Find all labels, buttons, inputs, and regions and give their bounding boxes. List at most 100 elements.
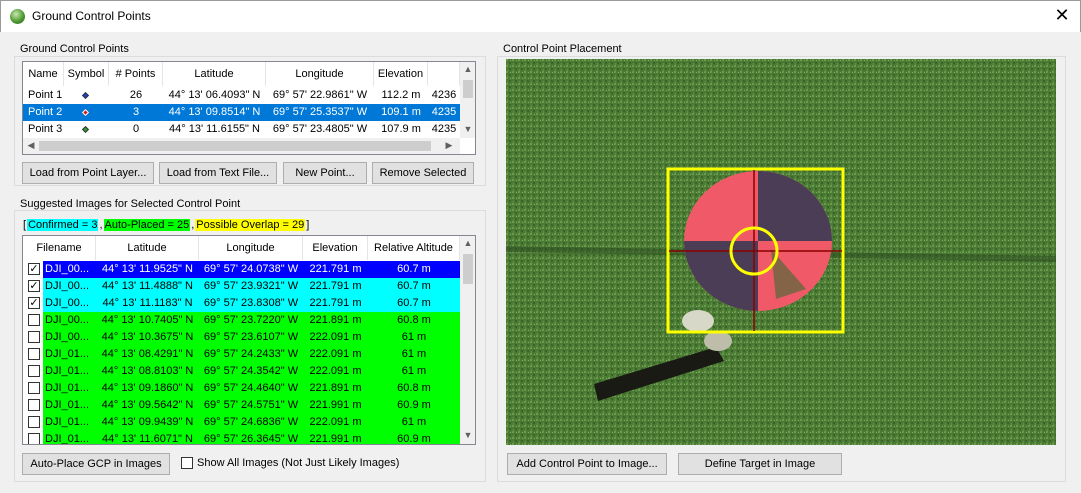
cell-elevation: 222.091 m bbox=[309, 416, 362, 428]
image-row[interactable]: DJI_01... 44° 13' 08.4291" N 69° 57' 24.24… bbox=[23, 346, 460, 363]
col-header-elevation[interactable]: Elevation bbox=[303, 236, 368, 260]
col-header-longitude[interactable]: Longitude bbox=[199, 236, 303, 260]
col-header-name[interactable]: Name bbox=[23, 62, 64, 86]
image-checkbox[interactable]: ✓ bbox=[28, 297, 40, 309]
image-checkbox[interactable]: ✓ bbox=[28, 263, 40, 275]
cell-filename: DJI_00... bbox=[45, 297, 90, 309]
gcp-row[interactable]: Point 3 0 44° 13' 11.6155" N 69° 57' 23.480… bbox=[23, 121, 460, 138]
cell-longitude: 69° 57' 22.9861" W bbox=[272, 89, 368, 101]
load-point-layer-button[interactable]: Load from Point Layer... bbox=[22, 162, 154, 184]
cell-longitude: 69° 57' 24.4640" W bbox=[203, 382, 299, 394]
aerial-image[interactable] bbox=[506, 59, 1056, 445]
image-checkbox[interactable] bbox=[28, 314, 40, 326]
scroll-thumb[interactable] bbox=[39, 141, 431, 151]
col-header-points[interactable]: # Points bbox=[109, 62, 163, 86]
close-icon[interactable]: ✕ bbox=[1052, 5, 1072, 25]
cell-latitude: 44° 13' 09.8514" N bbox=[168, 106, 261, 118]
cell-name: Point 1 bbox=[28, 89, 63, 101]
cell-relative-altitude: 60.8 m bbox=[397, 382, 431, 394]
cell-latitude: 44° 13' 09.1860" N bbox=[101, 382, 194, 394]
cell-name: Point 3 bbox=[28, 123, 63, 135]
scroll-thumb[interactable] bbox=[463, 254, 473, 284]
gcp-row[interactable]: Point 2 3 44° 13' 09.8514" N 69° 57' 25.353… bbox=[23, 104, 460, 121]
cell-extra: 4235 bbox=[431, 123, 457, 135]
image-row[interactable]: DJI_01... 44° 13' 09.5642" N 69° 57' 24.57… bbox=[23, 397, 460, 414]
col-header-longitude[interactable]: Longitude bbox=[266, 62, 374, 86]
title-bar: Ground Control Points ✕ bbox=[0, 0, 1081, 32]
image-checkbox[interactable]: ✓ bbox=[28, 280, 40, 292]
gcp-vertical-scrollbar[interactable]: ▲ ▼ bbox=[460, 62, 475, 138]
image-row[interactable]: DJI_00... 44° 13' 10.3675" N 69° 57' 23.61… bbox=[23, 329, 460, 346]
cell-extra: 4235 bbox=[431, 106, 457, 118]
legend-autoplaced: Auto-Placed = 25 bbox=[103, 219, 191, 231]
images-table[interactable]: Filename Latitude Longitude Elevation Re… bbox=[22, 235, 476, 445]
cell-filename: DJI_00... bbox=[45, 314, 90, 326]
image-row[interactable]: DJI_01... 44° 13' 11.6071" N 69° 57' 26.36… bbox=[23, 431, 460, 444]
cell-longitude: 69° 57' 23.9321" W bbox=[203, 280, 299, 292]
cell-elevation: 221.891 m bbox=[309, 382, 362, 394]
scroll-right-icon[interactable]: ▶ bbox=[443, 140, 455, 151]
image-checkbox[interactable] bbox=[28, 433, 40, 444]
cell-relative-altitude: 61 m bbox=[401, 348, 427, 360]
col-header-latitude[interactable]: Latitude bbox=[96, 236, 199, 260]
image-checkbox[interactable] bbox=[28, 348, 40, 360]
cell-latitude: 44° 13' 11.1183" N bbox=[102, 297, 193, 309]
col-header-symbol[interactable]: Symbol bbox=[64, 62, 109, 86]
scroll-left-icon[interactable]: ◀ bbox=[25, 140, 37, 151]
cell-elevation: 221.891 m bbox=[309, 314, 362, 326]
image-checkbox[interactable] bbox=[28, 382, 40, 394]
cell-latitude: 44° 13' 08.8103" N bbox=[101, 365, 194, 377]
remove-selected-button[interactable]: Remove Selected bbox=[372, 162, 474, 184]
image-checkbox[interactable] bbox=[28, 331, 40, 343]
scroll-down-icon[interactable]: ▼ bbox=[462, 430, 474, 440]
cell-relative-altitude: 60.7 m bbox=[397, 263, 431, 275]
scroll-up-icon[interactable]: ▲ bbox=[462, 64, 474, 74]
image-row[interactable]: ✓ DJI_00... 44° 13' 11.4888" N 69° 57' 23.9… bbox=[23, 278, 460, 295]
gcp-horizontal-scrollbar[interactable]: ◀ ▶ bbox=[23, 138, 460, 154]
cell-elevation: 112.2 m bbox=[381, 89, 421, 101]
image-row[interactable]: DJI_00... 44° 13' 10.7405" N 69° 57' 23.72… bbox=[23, 312, 460, 329]
cell-latitude: 44° 13' 11.9525" N bbox=[102, 263, 193, 275]
placement-group-label: Control Point Placement bbox=[503, 43, 622, 55]
image-row[interactable]: DJI_01... 44° 13' 09.9439" N 69° 57' 24.68… bbox=[23, 414, 460, 431]
load-text-file-button[interactable]: Load from Text File... bbox=[159, 162, 277, 184]
show-all-images-label[interactable]: Show All Images (Not Just Likely Images) bbox=[197, 457, 399, 469]
cell-elevation: 222.091 m bbox=[309, 331, 362, 343]
image-checkbox[interactable] bbox=[28, 399, 40, 411]
image-row[interactable]: ✓ DJI_00... 44° 13' 11.9525" N 69° 57' 24.0… bbox=[23, 261, 460, 278]
new-point-button[interactable]: New Point... bbox=[283, 162, 367, 184]
scroll-thumb[interactable] bbox=[463, 80, 473, 98]
gcp-table[interactable]: Name Symbol # Points Latitude Longitude … bbox=[22, 61, 476, 155]
col-header-latitude[interactable]: Latitude bbox=[163, 62, 266, 86]
suggested-group-label: Suggested Images for Selected Control Po… bbox=[20, 198, 241, 210]
image-row[interactable]: ✓ DJI_00... 44° 13' 11.1183" N 69° 57' 23.8… bbox=[23, 295, 460, 312]
cell-relative-altitude: 61 m bbox=[401, 331, 427, 343]
image-row[interactable]: DJI_01... 44° 13' 08.8103" N 69° 57' 24.35… bbox=[23, 363, 460, 380]
col-header-elevation[interactable]: Elevation bbox=[374, 62, 428, 86]
gcp-image-view[interactable] bbox=[506, 59, 1056, 445]
image-row[interactable]: DJI_01... 44° 13' 09.1860" N 69° 57' 24.46… bbox=[23, 380, 460, 397]
col-header-filename[interactable]: Filename bbox=[23, 236, 96, 260]
image-checkbox[interactable] bbox=[28, 416, 40, 428]
show-all-images-checkbox[interactable] bbox=[181, 457, 193, 469]
images-vertical-scrollbar[interactable]: ▲ ▼ bbox=[460, 236, 475, 444]
gcp-row[interactable]: Point 1 26 44° 13' 06.4093" N 69° 57' 22.98… bbox=[23, 87, 460, 104]
legend-sep: , bbox=[99, 219, 103, 231]
cell-latitude: 44° 13' 06.4093" N bbox=[168, 89, 261, 101]
cell-longitude: 69° 57' 24.0738" W bbox=[203, 263, 299, 275]
col-header-relative-altitude[interactable]: Relative Altitude bbox=[368, 236, 460, 260]
cell-elevation: 221.791 m bbox=[309, 297, 362, 309]
define-target-button[interactable]: Define Target in Image bbox=[678, 453, 842, 475]
cell-longitude: 69° 57' 25.3537" W bbox=[272, 106, 368, 118]
scroll-down-icon[interactable]: ▼ bbox=[462, 124, 474, 134]
auto-place-gcp-button[interactable]: Auto-Place GCP in Images bbox=[22, 453, 170, 475]
add-control-point-button[interactable]: Add Control Point to Image... bbox=[507, 453, 667, 475]
cell-longitude: 69° 57' 23.6107" W bbox=[203, 331, 299, 343]
legend-close: ] bbox=[306, 219, 310, 231]
cell-relative-altitude: 61 m bbox=[401, 365, 427, 377]
gcp-group-label: Ground Control Points bbox=[20, 43, 129, 55]
cell-relative-altitude: 60.7 m bbox=[397, 297, 431, 309]
image-checkbox[interactable] bbox=[28, 365, 40, 377]
col-header-extra[interactable] bbox=[428, 62, 460, 86]
scroll-up-icon[interactable]: ▲ bbox=[462, 238, 474, 248]
